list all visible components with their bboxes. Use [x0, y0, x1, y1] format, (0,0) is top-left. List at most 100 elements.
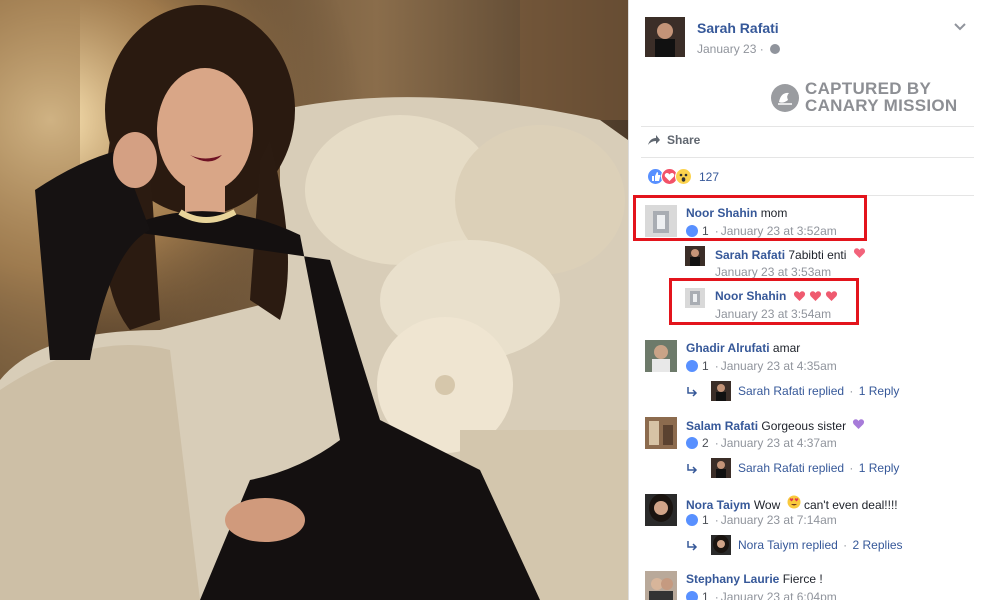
reaction-count[interactable]: 127 — [699, 170, 719, 184]
reply-body: Sarah Rafati 7abibti enti — [715, 247, 866, 262]
commenter-avatar[interactable] — [645, 340, 677, 372]
like-icon — [686, 437, 698, 449]
post-header: Sarah Rafati January 23 · — [645, 17, 975, 61]
reply-time[interactable]: January 23 at 3:54am — [715, 307, 831, 321]
replier-avatar[interactable] — [711, 381, 731, 401]
reply-text: 7abibti enti — [788, 248, 847, 262]
post-details-panel: Sarah Rafati January 23 · CAPTURED BY CA… — [628, 0, 990, 600]
comment-like-count[interactable]: 1 — [702, 224, 709, 238]
replier-avatar[interactable] — [685, 288, 705, 308]
comment-like-count[interactable]: 2 — [702, 436, 709, 450]
reply-item: Noor Shahin January 23 at 3:54am — [685, 288, 975, 328]
watermark-text: CAPTURED BY CANARY MISSION — [805, 80, 958, 114]
comment-meta: 1 · January 23 at 7:14am — [686, 513, 837, 527]
comment-body: Noor Shahin mom — [686, 206, 787, 220]
commenter-avatar[interactable] — [645, 571, 677, 600]
commenter-name[interactable]: Noor Shahin — [686, 206, 757, 220]
three-hearts-emoji — [790, 290, 838, 305]
comment-body: Salam Rafati Gorgeous sister — [686, 418, 865, 433]
reply-time[interactable]: January 23 at 3:53am — [715, 265, 831, 279]
purple-heart-emoji-icon — [853, 419, 865, 429]
divider — [641, 157, 974, 158]
view-replies-link[interactable]: Nora Taiym replied · 2 Replies — [738, 538, 903, 552]
comment-time[interactable]: January 23 at 4:35am — [721, 359, 837, 373]
comment-body: Stephany Laurie Fierce ! — [686, 572, 823, 586]
share-icon — [648, 135, 660, 145]
reply-arrow-icon — [687, 541, 698, 551]
comment-like-count[interactable]: 1 — [702, 590, 709, 600]
comment-text: can't even deal!!!! — [803, 498, 898, 512]
reply-arrow-icon — [687, 387, 698, 397]
photo-image — [0, 0, 628, 600]
reply-body: Noor Shahin — [715, 289, 838, 305]
comment-meta: 1 · January 23 at 3:52am — [686, 224, 837, 238]
comment-body: Nora Taiym Wow can't even deal!!!! — [686, 495, 898, 512]
comment-item: Nora Taiym Wow can't even deal!!!! 1 · Jan… — [645, 494, 975, 534]
like-icon — [686, 514, 698, 526]
watermark-line-2: CANARY MISSION — [805, 96, 958, 115]
reply-item: Sarah Rafati 7abibti enti January 23 at … — [685, 246, 975, 286]
comment-meta: 1 · January 23 at 4:35am — [686, 359, 837, 373]
replier-avatar[interactable] — [685, 246, 705, 266]
comment-text: Fierce ! — [782, 572, 823, 586]
comment-item: Stephany Laurie Fierce ! 1 · January 23 at… — [645, 571, 975, 600]
comment-text: Gorgeous sister — [761, 419, 847, 433]
heart-emoji-icon — [793, 291, 805, 301]
comment-time[interactable]: January 23 at 6:04pm — [721, 590, 837, 600]
replies-count: 1 Reply — [858, 461, 900, 475]
share-button[interactable]: Share — [647, 133, 700, 151]
author-avatar[interactable] — [645, 17, 685, 57]
post-author-name[interactable]: Sarah Rafati — [697, 20, 779, 36]
like-icon — [686, 591, 698, 600]
commenter-name[interactable]: Stephany Laurie — [686, 572, 779, 586]
comment-time[interactable]: January 23 at 4:37am — [721, 436, 837, 450]
heart-emoji-icon — [809, 291, 821, 301]
heart-emoji-icon — [853, 248, 865, 258]
replier-name[interactable]: Sarah Rafati — [715, 248, 785, 262]
commenter-avatar[interactable] — [645, 417, 677, 449]
divider — [641, 126, 974, 127]
watermark-line-1: CAPTURED BY — [805, 79, 932, 98]
replies-author: Sarah Rafati replied — [738, 461, 845, 475]
post-meta: January 23 · — [697, 42, 781, 56]
canary-logo-icon — [771, 84, 799, 112]
comment-time[interactable]: January 23 at 3:52am — [721, 224, 837, 238]
comment-item: Ghadir Alrufati amar 1 · January 23 at 4:3… — [645, 340, 975, 380]
comment-time[interactable]: January 23 at 7:14am — [721, 513, 837, 527]
view-replies-link[interactable]: Sarah Rafati replied · 1 Reply — [738, 384, 899, 398]
post-date[interactable]: January 23 — [697, 42, 756, 56]
comment-text-before: Wow — [753, 498, 781, 512]
replier-name[interactable]: Noor Shahin — [715, 289, 786, 303]
canary-mission-watermark: CAPTURED BY CANARY MISSION — [771, 80, 971, 116]
post-photo[interactable] — [0, 0, 628, 600]
like-icon — [686, 360, 698, 372]
globe-icon — [770, 44, 781, 54]
commenter-name[interactable]: Salam Rafati — [686, 419, 758, 433]
comment-like-count[interactable]: 1 — [702, 359, 709, 373]
comment-meta: 1 · January 23 at 6:04pm — [686, 590, 837, 600]
wow-reaction-icon — [675, 168, 692, 185]
commenter-name[interactable]: Ghadir Alrufati — [686, 341, 770, 355]
chevron-down-icon[interactable] — [953, 19, 967, 33]
share-label: Share — [667, 133, 701, 147]
replies-author: Sarah Rafati replied — [738, 384, 845, 398]
heart-emoji-icon — [825, 291, 837, 301]
commenter-avatar[interactable] — [645, 494, 677, 526]
replies-count: 1 Reply — [858, 384, 900, 398]
replier-avatar[interactable] — [711, 535, 731, 555]
divider — [641, 195, 974, 196]
commenter-avatar[interactable] — [645, 205, 677, 237]
replier-avatar[interactable] — [711, 458, 731, 478]
view-replies-link[interactable]: Sarah Rafati replied · 1 Reply — [738, 461, 899, 475]
comment-item: Salam Rafati Gorgeous sister 2 · January 2… — [645, 417, 975, 457]
comment-body: Ghadir Alrufati amar — [686, 341, 800, 355]
comment-like-count[interactable]: 1 — [702, 513, 709, 527]
reply-arrow-icon — [687, 464, 698, 474]
like-icon — [686, 225, 698, 237]
replies-author: Nora Taiym replied — [738, 538, 838, 552]
comment-text: amar — [772, 341, 801, 355]
commenter-name[interactable]: Nora Taiym — [686, 498, 750, 512]
comment-meta: 2 · January 23 at 4:37am — [686, 436, 837, 450]
author-avatar-image — [645, 17, 685, 57]
replies-count: 2 Replies — [852, 538, 903, 552]
